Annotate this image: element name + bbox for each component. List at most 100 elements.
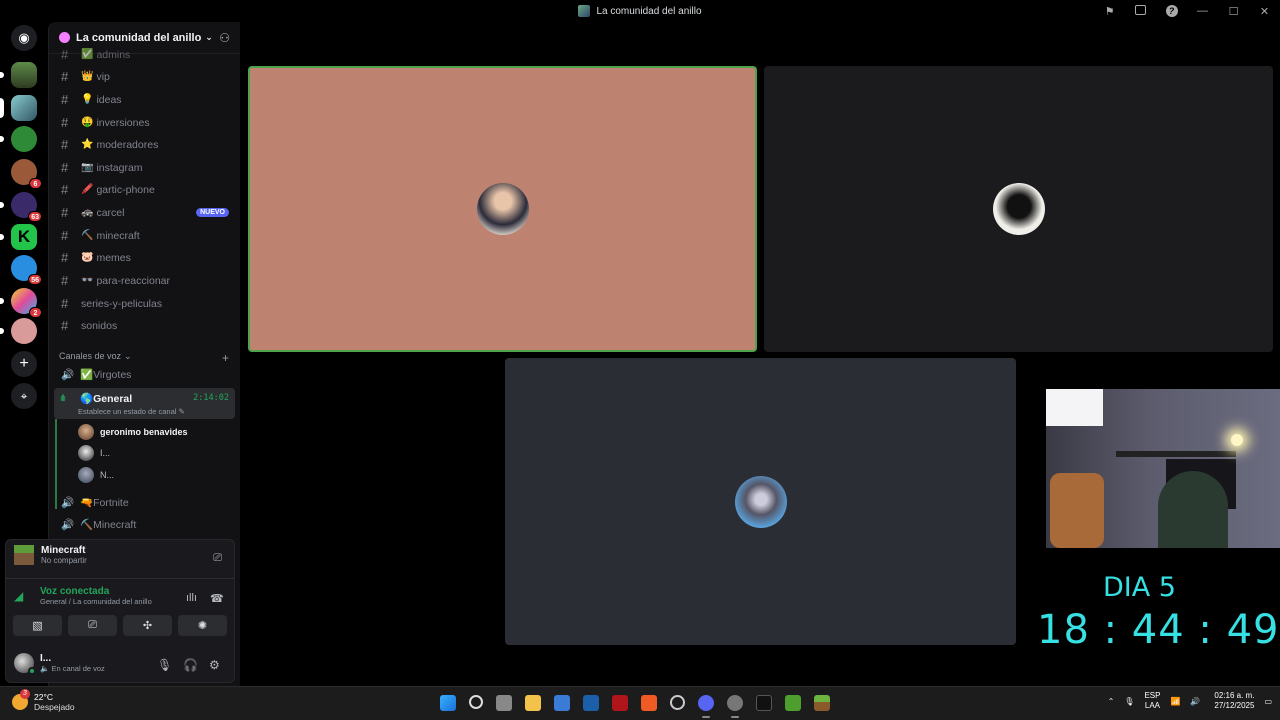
brave-browser-icon[interactable] [641,695,657,711]
add-server-icon[interactable]: + [11,351,37,377]
server-icon[interactable] [0,318,37,344]
stream-clock: 18 : 44 : 49 [1037,607,1280,653]
participant-avatar [992,183,1045,235]
chevron-down-icon: ⌄ [205,32,213,42]
current-user[interactable]: I... 🔈 En canal de voz [14,653,105,675]
microphone-icon[interactable]: 🎙 [1124,697,1134,706]
minecraft-icon[interactable] [785,695,801,711]
noise-suppression-icon[interactable]: ıllı [186,592,197,604]
voice-channel-general[interactable]: ıllı 🌎General 2:14:02 Establece un estad… [54,388,235,419]
voice-user[interactable]: N... [78,467,114,483]
notification-icon[interactable]: ▭ [1264,697,1272,706]
clock[interactable]: 02:16 a. m. 27/12/2025 [1214,691,1254,711]
server-icon[interactable]: 6 [11,159,42,189]
discover-icon[interactable]: ⌖ [11,383,37,409]
disconnect-icon[interactable]: ☎ [210,592,224,605]
voice-channel-minecraft[interactable]: 🔊 ⛏️ Minecraft [57,518,235,532]
channel-para-reaccionar[interactable]: # 👓 para-reaccionar [57,270,235,291]
discord-home-icon[interactable]: ◉ [11,25,37,51]
channel-gartic-phone[interactable]: # 🖍️ gartic-phone [57,179,235,200]
add-channel-icon[interactable]: + [222,351,229,365]
share-screen-icon[interactable]: ⎚ [213,552,222,565]
avatar [78,445,94,461]
popout-icon[interactable] [1125,4,1156,18]
participant-tile-speaking[interactable] [248,66,757,352]
server-icon[interactable]: 63 [0,192,42,222]
language-indicator[interactable]: ESP LAA [1144,691,1160,711]
channel-minecraft[interactable]: # ⛏️ minecraft [57,225,235,246]
channel-ideas[interactable]: # 💡 ideas [57,89,235,110]
help-icon[interactable]: ? [1156,5,1187,17]
activities-button[interactable]: ✣ [123,615,172,636]
minecraft-block-icon [14,545,34,565]
screen-share-button[interactable]: ⎚ [68,615,117,636]
microphone-icon[interactable]: 🎙 [157,658,172,672]
window-title: La comunidad del anillo [596,5,702,17]
channel-inversiones[interactable]: # 🤑 inversiones [57,112,235,133]
participant-avatar [476,183,529,235]
app-icon[interactable] [612,695,628,711]
maximize-button[interactable]: ☐ [1218,5,1249,18]
voice-category[interactable]: Canales de voz ⌄ + [59,351,229,365]
channel-status[interactable]: Establece un estado de canal ✎ [78,407,185,416]
participant-tile[interactable] [505,358,1016,645]
voice-channel-virgotes[interactable]: 🔊 ✅ Virgotes [57,368,235,382]
voice-user[interactable]: I... [78,445,110,461]
capcut-icon[interactable] [756,695,772,711]
camera-off-button[interactable]: ▧ [13,615,62,636]
discord-taskbar-icon[interactable] [698,695,714,718]
settings-icon[interactable] [727,695,743,718]
channel-memes[interactable]: # 🐷 memes [57,247,235,268]
title-bar: La comunidad del anillo ⚑ ? — ☐ ✕ [0,0,1280,22]
chevron-up-icon[interactable]: ⌃ [1108,697,1115,706]
headphones-icon[interactable]: 🎧 [183,658,198,672]
volume-icon[interactable]: 🔊 [1190,697,1200,706]
invite-people-icon[interactable]: ⚇ [219,31,230,45]
channel-sonidos[interactable]: # sonidos [57,315,235,336]
voice-connected[interactable]: ◢ Voz conectada General / La comunidad de… [14,586,152,606]
weather-widget[interactable]: 3 22°C Despejado [12,689,75,712]
channel-instagram[interactable]: # 📷 instagram [57,157,235,178]
task-view-icon[interactable] [496,695,512,711]
voice-stage: DIA 5 18 : 44 : 49 [241,22,1280,686]
server-name: La comunidad del anillo [76,31,202,44]
kick-server-icon[interactable]: K [0,224,37,250]
channel-admins[interactable]: # ✅ admins [57,44,235,65]
search-icon[interactable] [469,695,483,709]
inbox-flag-icon[interactable]: ⚑ [1094,5,1125,18]
new-badge: NUEVO [196,208,229,217]
server-icon[interactable]: 56 [11,255,42,285]
voice-user[interactable]: geronimo benavides [78,424,188,440]
minimize-button[interactable]: — [1187,5,1218,17]
voice-channel-fortnite[interactable]: 🔊 🔫 Fortnite [57,496,235,510]
taskbar: 3 22°C Despejado ⌃ 🎙 ESP LAA 📶 🔊 02:16 a. … [0,686,1280,720]
server-icon-active[interactable] [0,95,37,121]
channel-series-y-peliculas[interactable]: # series-y-peliculas [57,293,235,314]
app-icon[interactable] [583,695,599,711]
app-icon[interactable] [670,695,685,710]
mention-badge: 56 [28,274,42,285]
channel-carcel[interactable]: # 🚓 carcel NUEVO [57,202,235,223]
settings-gear-icon[interactable]: ⚙ [209,658,220,672]
divider [6,578,234,579]
file-explorer-icon[interactable] [525,695,541,711]
close-button[interactable]: ✕ [1249,5,1280,18]
store-icon[interactable] [554,695,570,711]
hash-icon: # [61,318,69,333]
windows-start-icon[interactable] [440,695,456,711]
speaker-icon: 🔊 [61,369,75,381]
wifi-icon[interactable]: 📶 [1170,697,1180,706]
server-icon [578,5,591,17]
server-icon[interactable]: 2 [0,288,42,318]
channel-moderadores[interactable]: # ⭐ moderadores [57,134,235,155]
server-icon[interactable] [0,126,37,152]
voice-activity-icon: ıllı [60,393,66,403]
soundboard-button[interactable]: ✺ [178,615,227,636]
channel-vip[interactable]: # 👑 vip [57,66,235,87]
server-icon[interactable] [0,62,37,88]
activity-game[interactable]: Minecraft No compartir [14,545,87,565]
speaker-icon: 🔊 [61,497,75,509]
hash-icon: # [61,115,69,130]
minecraft-launcher-icon[interactable] [814,695,830,711]
participant-tile[interactable] [764,66,1273,352]
